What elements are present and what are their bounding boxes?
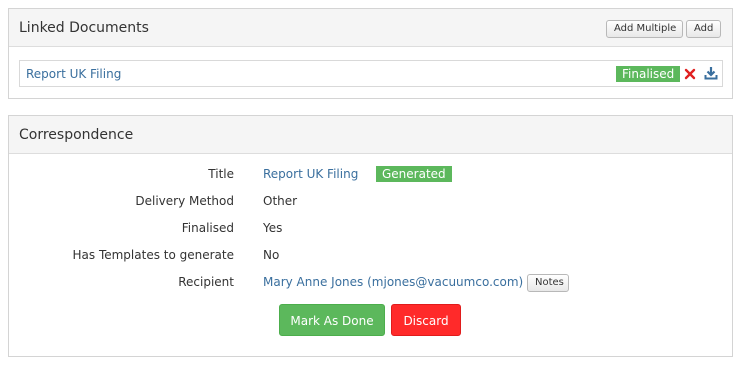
linked-documents-panel: Linked Documents Add Multiple Add Report… xyxy=(8,8,733,99)
download-icon-glyph xyxy=(704,67,718,80)
recipient-label: Recipient xyxy=(178,275,234,289)
discard-button[interactable]: Discard xyxy=(391,304,461,336)
download-icon[interactable] xyxy=(704,66,718,80)
add-button[interactable]: Add xyxy=(686,20,721,38)
title-label: Title xyxy=(208,167,234,181)
recipient-link[interactable]: Mary Anne Jones (mjones@vacuumco.com) xyxy=(263,275,523,289)
linked-documents-header: Linked Documents Add Multiple Add xyxy=(9,9,732,47)
generated-badge: Generated xyxy=(376,166,452,182)
finalised-label: Finalised xyxy=(181,221,234,235)
has-templates-label: Has Templates to generate xyxy=(72,248,235,262)
add-multiple-button[interactable]: Add Multiple xyxy=(606,20,683,38)
page: Linked Documents Add Multiple Add Report… xyxy=(0,0,741,367)
has-templates-value: No xyxy=(263,248,280,262)
correspondence-panel: Correspondence Title Report UK Filing Ge… xyxy=(8,115,733,357)
correspondence-title: Correspondence xyxy=(19,127,134,143)
mark-as-done-button[interactable]: Mark As Done xyxy=(279,304,385,336)
linked-document-row: Report UK Filing Finalised xyxy=(19,60,723,87)
linked-documents-title: Linked Documents xyxy=(19,20,149,36)
correspondence-header: Correspondence xyxy=(9,116,732,154)
delivery-method-label: Delivery Method xyxy=(135,194,234,208)
close-icon[interactable] xyxy=(683,67,697,81)
finalised-badge: Finalised xyxy=(616,66,681,82)
finalised-value: Yes xyxy=(263,221,283,235)
notes-button[interactable]: Notes xyxy=(527,274,569,292)
linked-document-link[interactable]: Report UK Filing xyxy=(26,67,121,81)
title-value-link[interactable]: Report UK Filing xyxy=(263,167,358,181)
close-icon-glyph xyxy=(684,68,696,80)
delivery-method-value: Other xyxy=(263,194,298,208)
